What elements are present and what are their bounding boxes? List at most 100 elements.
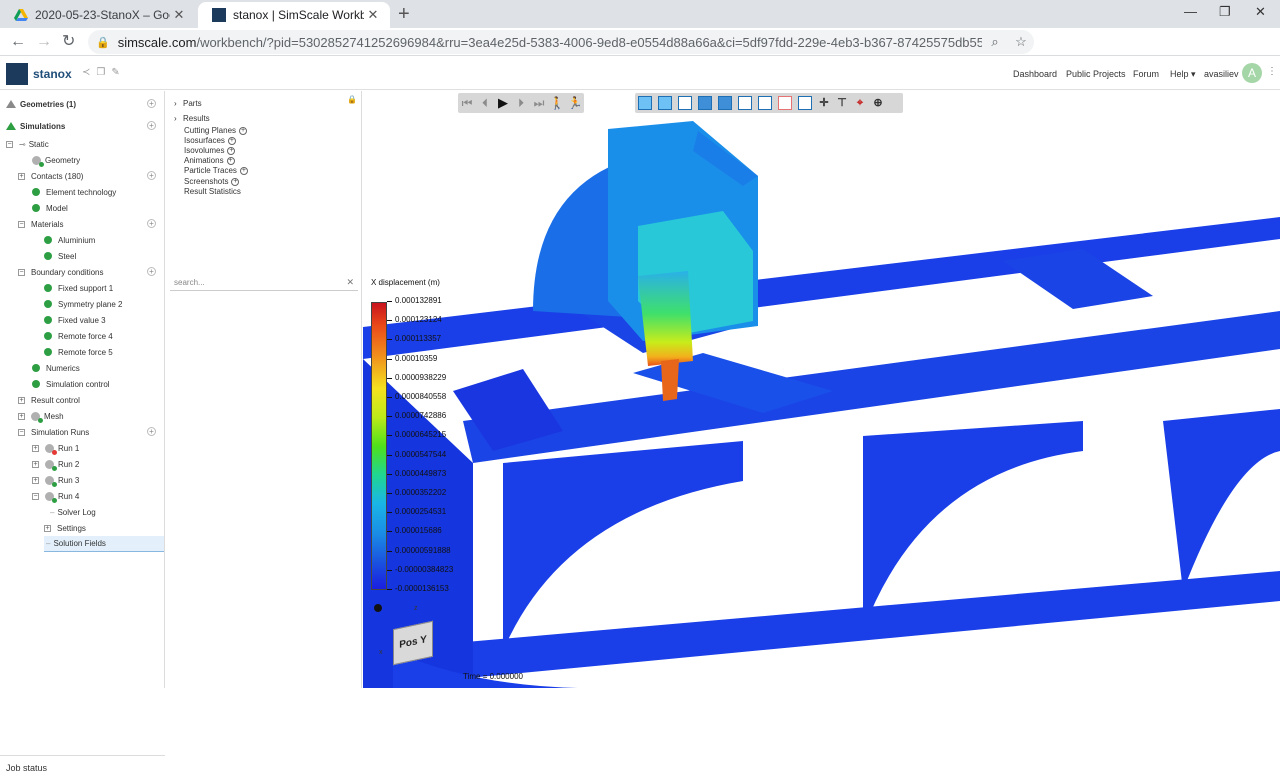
expand-icon[interactable]: + [32,444,39,452]
tree-solution-fields[interactable]: – Solution Fields [44,536,164,552]
3d-viewport[interactable]: ⏮ ⏴ ▶ ⏵ ⏭ 🚶 🏃 ✛ ⊤ ⌖ ⊕ X displacement (m)… [363,91,1280,688]
collapse-icon[interactable]: − [18,268,25,276]
walk-icon[interactable]: 🚶 [549,95,565,111]
tree-contacts[interactable]: + Contacts (180) + [18,168,164,184]
post-item-particle-traces[interactable]: Particle Traces + [184,166,248,175]
share-icon[interactable]: ≺ [82,67,96,78]
post-parts[interactable]: › Parts [174,99,202,108]
tree-boundary-conditions[interactable]: − Boundary conditions + [18,264,164,280]
post-item-result-statistics[interactable]: Result Statistics [184,187,241,196]
expand-icon[interactable]: + [18,396,25,404]
user-menu-icon[interactable]: ⋮ [1267,66,1277,77]
forward-icon[interactable]: → [36,33,52,51]
tree-bc-item[interactable]: Remote force 5 [44,344,113,360]
step-back-icon[interactable]: ⏴ [477,95,493,111]
expand-icon[interactable]: + [18,172,25,180]
perspective-axis-icon[interactable]: ✛ [816,95,832,111]
tree-geometries[interactable]: Geometries (1) + [6,96,164,112]
user-avatar[interactable]: A [1242,63,1262,83]
collapse-icon[interactable]: − [18,220,25,228]
add-icon[interactable]: + [231,177,240,186]
parallel-axis-icon[interactable]: ⊤ [834,95,850,111]
collapse-icon[interactable]: − [18,428,25,436]
reload-icon[interactable]: ↻ [62,33,75,51]
tree-simulations[interactable]: Simulations + [6,118,164,134]
add-geometry-icon[interactable]: + [147,99,156,108]
add-contact-icon[interactable]: + [147,171,156,180]
url-omnibox[interactable]: 🔒 simscale.com/workbench/?pid=5302852741… [88,30,1034,54]
post-item-isosurfaces[interactable]: Isosurfaces + [184,136,236,145]
add-material-icon[interactable]: + [147,219,156,228]
lock-icon[interactable]: 🔒 [347,95,357,104]
run-icon[interactable]: 🏃 [567,95,583,111]
red-wireframe-cube-icon[interactable] [778,96,792,110]
tree-run-3[interactable]: + Run 3 [32,472,79,488]
step-forward-icon[interactable]: ⏵ [513,95,529,111]
simscale-logo[interactable] [6,63,28,85]
tree-aluminium[interactable]: Aluminium [44,232,95,248]
tree-steel[interactable]: Steel [44,248,76,264]
tree-materials[interactable]: − Materials + [18,216,164,232]
new-tab-icon[interactable]: + [398,4,410,24]
job-status-bar[interactable]: Job status [0,755,165,779]
post-item-cutting-planes[interactable]: Cutting Planes + [184,126,248,135]
expand-icon[interactable]: + [18,412,25,420]
view-left-cube-icon[interactable] [718,96,732,110]
expand-icon[interactable]: + [32,460,39,468]
view-bottom-cube-icon[interactable] [698,96,712,110]
minimize-icon[interactable]: — [1184,4,1197,19]
play-icon[interactable]: ▶ [495,95,511,111]
copy-icon[interactable]: ❐ [96,67,111,78]
tree-simulation-runs[interactable]: − Simulation Runs + [18,424,164,440]
post-item-animations[interactable]: Animations + [184,156,235,165]
tree-bc-item[interactable]: Remote force 4 [44,328,113,344]
tree-bc-item[interactable]: Symmetry plane 2 [44,296,122,312]
tree-run-4[interactable]: − Run 4 [32,488,79,504]
user-name[interactable]: avasiliev [1204,69,1239,79]
tree-mesh[interactable]: + Mesh [18,408,64,424]
add-simulation-icon[interactable]: + [147,121,156,130]
collapse-icon[interactable]: − [32,492,39,500]
add-boundary-condition-icon[interactable]: + [147,267,156,276]
bookmark-star-icon[interactable]: ☆ [1008,34,1034,50]
add-icon[interactable]: + [226,156,235,165]
tree-numerics[interactable]: Numerics [32,360,80,376]
post-item-isovolumes[interactable]: Isovolumes + [184,146,236,155]
expand-icon[interactable]: + [32,476,39,484]
tree-settings[interactable]: + Settings [44,520,86,536]
clear-search-icon[interactable]: ✕ [346,277,354,288]
view-top-cube-icon[interactable] [678,96,692,110]
orientation-gizmo-icon[interactable] [374,604,382,612]
add-icon[interactable]: + [227,146,236,155]
axes-icon[interactable]: ⌖ [852,95,868,111]
tree-run-2[interactable]: + Run 2 [32,456,79,472]
wireframe-outline-cube-icon[interactable] [758,96,772,110]
close-tab-icon[interactable]: ✕ [170,7,188,23]
maximize-icon[interactable]: ❐ [1219,4,1231,20]
nav-dashboard[interactable]: Dashboard [1013,69,1057,79]
tree-model[interactable]: Model [32,200,68,216]
back-icon[interactable]: ← [10,33,26,51]
add-icon[interactable]: + [239,166,248,175]
transparent-cube-icon[interactable] [798,96,812,110]
tab-simscale[interactable]: stanox | SimScale Workbench ✕ [198,2,390,28]
post-results[interactable]: › Results [174,114,210,123]
view-back-cube-icon[interactable] [658,96,672,110]
nav-help[interactable]: Help ▾ [1170,69,1196,80]
tree-run-1[interactable]: + Run 1 [32,440,79,456]
skip-to-end-icon[interactable]: ⏭ [531,95,547,111]
tab-google-drive[interactable]: 2020-05-23-StanoX – Google Ди ✕ [0,2,196,28]
post-item-screenshots[interactable]: Screenshots + [184,177,240,186]
tree-simulation-control[interactable]: Simulation control [32,376,110,392]
expand-icon[interactable]: + [44,524,51,532]
edit-icon[interactable]: ✎ [111,67,125,78]
tree-result-control[interactable]: + Result control [18,392,80,408]
center-icon[interactable]: ⊕ [870,95,886,111]
model-render[interactable] [363,91,1280,688]
tree-bc-item[interactable]: Fixed value 3 [44,312,106,328]
view-front-cube-icon[interactable] [638,96,652,110]
tree-element-technology[interactable]: Element technology [32,184,116,200]
zoom-icon[interactable]: ⌕ [982,34,1008,50]
collapse-icon[interactable]: − [6,140,13,148]
tree-solver-log[interactable]: – Solver Log [50,504,96,520]
